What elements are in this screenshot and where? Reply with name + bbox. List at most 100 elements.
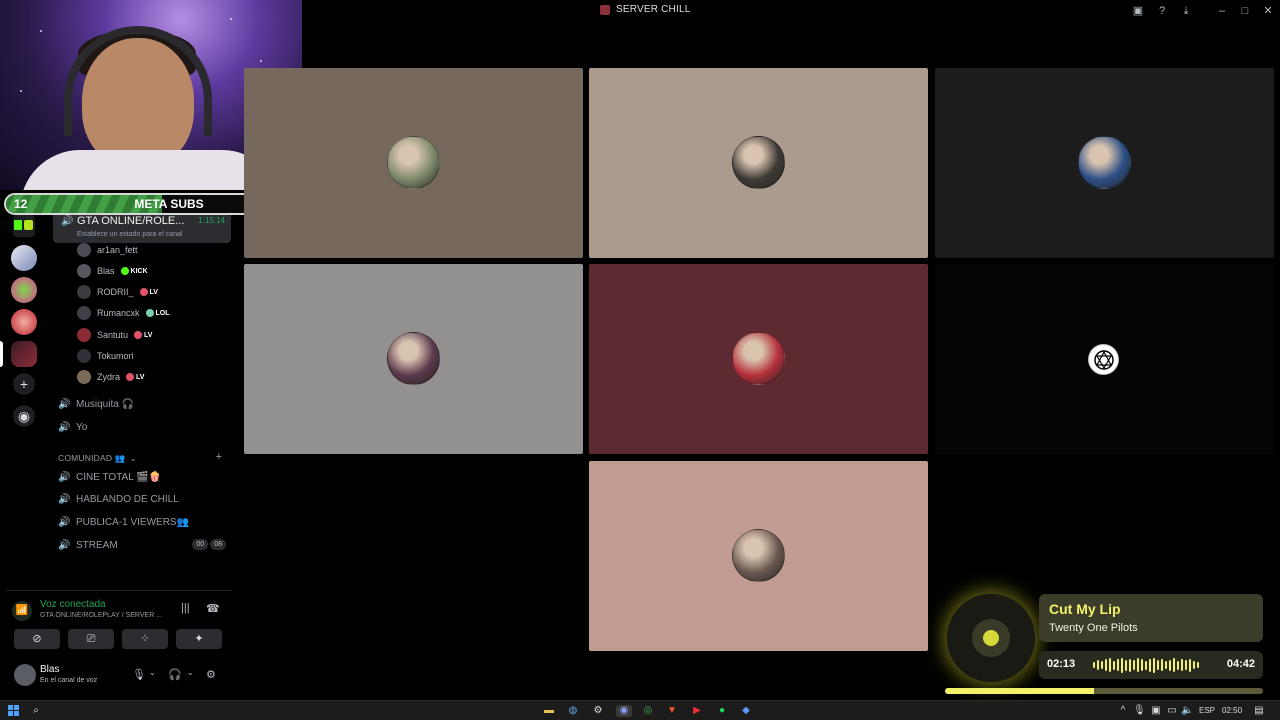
category-comunidad[interactable]: COMUNIDAD 👥 ⌄ (58, 451, 137, 465)
server-icon (600, 4, 610, 15)
discord-icon[interactable]: ◉ (616, 705, 632, 717)
settings-gear-icon[interactable]: ⚙ (206, 668, 216, 681)
participant-tile[interactable] (935, 264, 1274, 454)
user-status: En el canal de voz (40, 677, 98, 684)
channel-status[interactable]: Establece un estado para el canal (77, 231, 182, 238)
voice-user-row[interactable]: ar1an_fett (77, 241, 138, 259)
username[interactable]: Blas (40, 664, 59, 675)
avatar (77, 370, 91, 384)
avatar (387, 136, 440, 189)
voice-channel-stream[interactable]: 🔊 STREAM (58, 536, 118, 554)
app-icon[interactable]: ⚙ (592, 705, 604, 717)
brave-icon[interactable]: ▼ (666, 705, 678, 717)
microphone-icon[interactable]: 🎙 (132, 668, 146, 681)
song-time: 02:13 04:42 (1039, 651, 1263, 679)
voice-user-row[interactable]: Zydra LV (77, 368, 144, 386)
clock[interactable]: 02:50 (1222, 706, 1242, 715)
avatar (77, 349, 91, 363)
tray-app-icon[interactable]: ▣ (1150, 705, 1162, 717)
windows-start-icon[interactable] (8, 705, 19, 716)
explore-servers-icon[interactable]: ◉ (13, 405, 35, 427)
app-icon-2[interactable]: ◆ (740, 705, 752, 717)
server-icon-1[interactable] (11, 245, 37, 271)
speaker-icon: 🔊 (58, 421, 71, 433)
soundboard-button[interactable]: ✦ (176, 629, 222, 649)
tray-microphone-icon[interactable]: 🎙 (1133, 705, 1146, 717)
chevron-down-icon[interactable]: ⌄ (187, 668, 194, 677)
maximize-icon[interactable]: □ (1238, 4, 1252, 18)
camera-toggle-button[interactable]: ⊘ (14, 629, 60, 649)
now-playing-widget: Cut My Lip Twenty One Pilots 02:13 04:42 (943, 586, 1265, 696)
category-name: COMUNIDAD 👥 (58, 452, 126, 463)
voice-channel-hablando-de-chill[interactable]: 🔊 HABLANDO DE CHILL (58, 490, 179, 508)
heartagram-icon (1093, 349, 1114, 370)
song-progress-fill (945, 688, 1095, 694)
participant-tile[interactable] (244, 264, 583, 454)
streamer-shirt (20, 150, 282, 190)
participant-tile[interactable] (589, 461, 928, 651)
voice-channel-cine-total[interactable]: 🔊 CINE TOTAL 🎬🍿 (58, 468, 161, 486)
server-icon-2[interactable] (11, 277, 37, 303)
badge-icon (134, 331, 143, 339)
add-channel-icon[interactable]: + (216, 451, 222, 463)
voice-user-row[interactable]: Santutu LV (77, 326, 152, 344)
participant-tile[interactable] (935, 68, 1274, 258)
volume-icon[interactable]: 🔈 (1181, 705, 1193, 717)
channel-name: PUBLICA-1 VIEWERS👥 (76, 516, 190, 528)
voice-user-row[interactable]: Blas KICK (77, 262, 148, 280)
chevron-down-icon: ⌄ (129, 452, 137, 463)
song-title: Cut My Lip (1049, 601, 1121, 617)
server-kick-icon[interactable] (13, 215, 35, 237)
noise-suppression-icon[interactable]: ||| (181, 602, 190, 614)
help-icon[interactable]: ? (1155, 4, 1169, 18)
file-explorer-icon[interactable]: ▬ (543, 705, 555, 717)
current-time: 02:13 (1047, 658, 1076, 670)
user-panel: Blas En el canal de voz 🎙 ⌄ 🎧 ⌄ ⚙ (6, 658, 232, 694)
inbox-icon[interactable]: ▣ (1131, 4, 1145, 18)
participant-tile[interactable] (244, 68, 583, 258)
spotify-icon[interactable]: ● (716, 705, 728, 717)
avatar[interactable] (14, 664, 36, 686)
voice-user-name: ar1an_fett (97, 245, 138, 255)
server-chill-icon[interactable] (11, 341, 37, 367)
voice-channel-path[interactable]: GTA ONLINE/ROLEPLAY / SERVER ... (40, 612, 175, 619)
voice-channel-publica-1-viewers[interactable]: 🔊 PUBLICA-1 VIEWERS👥 (58, 513, 189, 531)
channel-name: Musiquita 🎧 (76, 398, 135, 410)
media-player-icon[interactable]: ▶ (691, 705, 703, 717)
participant-tile[interactable] (589, 264, 928, 454)
chevron-up-icon[interactable]: ^ (1117, 705, 1129, 717)
voice-connected-panel: 📶 Voz conectada GTA ONLINE/ROLEPLAY / SE… (6, 590, 232, 652)
download-icon[interactable]: ⤓ (1179, 4, 1193, 18)
steam-icon[interactable]: ◍ (567, 705, 579, 717)
participant-tile[interactable] (589, 68, 928, 258)
notifications-icon[interactable]: ▤ (1253, 705, 1265, 717)
voice-status-title[interactable]: Voz conectada (40, 599, 106, 610)
voice-channel-yo[interactable]: 🔊 Yo (58, 418, 87, 436)
voice-user-row[interactable]: Rumancxk LOL (77, 304, 170, 322)
minimize-icon[interactable]: – (1215, 4, 1229, 18)
search-icon[interactable]: ⌕ (30, 705, 42, 717)
song-progress-bar (945, 688, 1263, 694)
voice-user-row[interactable]: Tokumori (77, 347, 134, 365)
language-indicator[interactable]: ESP (1199, 706, 1215, 715)
disconnect-icon[interactable]: ☎ (206, 602, 220, 615)
voice-user-row[interactable]: RODRII_ LV (77, 283, 158, 301)
close-icon[interactable]: ✕ (1261, 4, 1275, 18)
active-channel-name: GTA ONLINE/ROLE... (77, 215, 185, 227)
screen-share-button[interactable]: ⎚ (68, 629, 114, 649)
avatar (1078, 136, 1131, 189)
signal-icon[interactable]: 📶 (12, 601, 32, 621)
chrome-icon[interactable]: ◎ (642, 705, 654, 717)
voice-user-name: RODRII_ (97, 287, 134, 297)
chevron-down-icon[interactable]: ⌄ (149, 668, 156, 677)
voice-user-name: Tokumori (97, 351, 134, 361)
voice-channel-musiquita[interactable]: 🔊 Musiquita 🎧 (58, 395, 134, 413)
add-server-icon[interactable]: + (13, 373, 35, 395)
activities-button[interactable]: ⁘ (122, 629, 168, 649)
server-icon-3[interactable] (11, 309, 37, 335)
avatar (1088, 344, 1119, 375)
server-rail: + ◉ (0, 215, 48, 485)
badge-icon (120, 267, 129, 275)
headphones-icon[interactable]: 🎧 (168, 668, 182, 681)
network-icon[interactable]: ▭ (1166, 705, 1178, 717)
